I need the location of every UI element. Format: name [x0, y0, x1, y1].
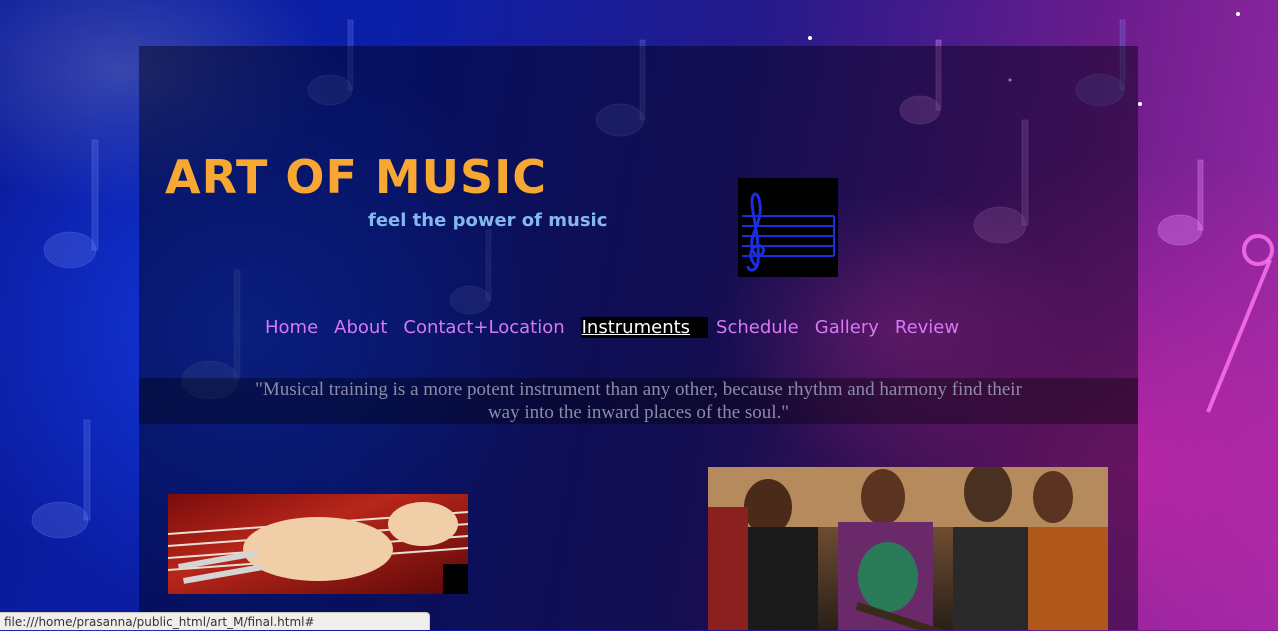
treble-clef-logo — [738, 178, 838, 277]
instrument-photo — [168, 494, 468, 594]
nav-about-link[interactable]: About — [326, 317, 395, 338]
veena-hand-image — [168, 502, 468, 594]
nav-gallery-link[interactable]: Gallery — [807, 317, 887, 338]
singers-image — [708, 467, 1108, 630]
main-nav: Home About Contact+Location Instruments … — [265, 313, 967, 341]
nav-instruments-link[interactable]: Instruments — [580, 316, 709, 338]
site-tagline: feel the power of music — [368, 210, 608, 231]
nav-schedule-link[interactable]: Schedule — [708, 317, 807, 338]
browser-status-bar: file:///home/prasanna/public_html/art_M/… — [0, 612, 430, 630]
nav-review-link[interactable]: Review — [887, 317, 967, 338]
nav-contact-location-link[interactable]: Contact+Location — [395, 317, 572, 338]
performers-photo — [708, 467, 1108, 630]
site-title: ART OF MUSIC — [165, 150, 548, 204]
treble-clef-icon — [742, 192, 835, 272]
nav-home-link[interactable]: Home — [265, 317, 326, 338]
music-quote-box: "Musical training is a more potent instr… — [139, 378, 1138, 424]
music-quote-text: "Musical training is a more potent instr… — [255, 379, 1022, 423]
status-url: file:///home/prasanna/public_html/art_M/… — [4, 615, 315, 629]
